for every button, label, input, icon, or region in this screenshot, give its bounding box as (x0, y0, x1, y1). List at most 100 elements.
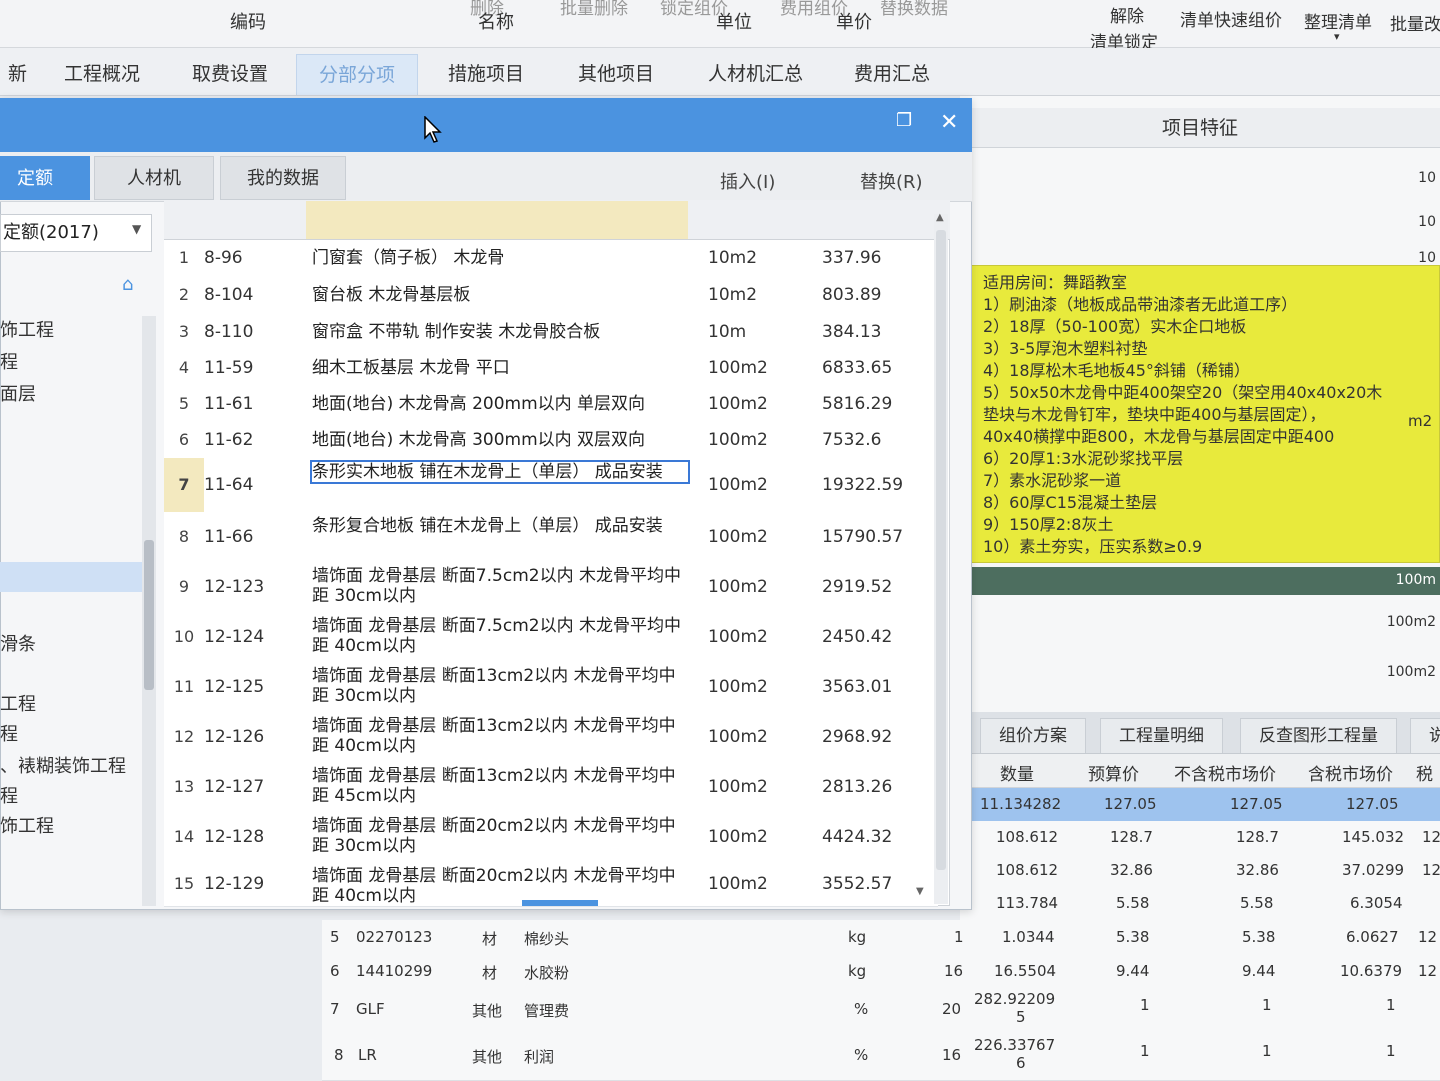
ribbon-quick-pricing-button[interactable]: 清单快速组价 (1180, 6, 1282, 31)
ribbon-unlock-button[interactable]: 解除 (1110, 2, 1144, 27)
tab-fee-summary[interactable]: 费用汇总 (832, 54, 952, 94)
table-row[interactable]: 4 11.134282 127.05 127.05 127.05 (956, 788, 1440, 822)
row-number: 8 (178, 527, 190, 546)
tab-labor-material[interactable]: 人材机 (94, 156, 214, 200)
cell-no: 7 (330, 1000, 340, 1018)
item-features-text[interactable]: 适用房间：舞蹈教室 1）刷油漆（地板成品带油漆者无此道工序） 2）18厚（50-… (962, 265, 1440, 563)
cell-lead: 1 (954, 928, 964, 946)
scroll-up-icon[interactable]: ▲ (936, 212, 944, 223)
feature-line: 9）150厚2:8灰土 (983, 515, 1114, 534)
cell-code: 02270123 (356, 928, 433, 946)
col-tax[interactable]: 税 (1416, 760, 1433, 785)
quota-library-select[interactable]: 定额(2017) (0, 214, 152, 252)
tree-item[interactable]: 工程 (0, 690, 36, 716)
tab-reverse-lookup[interactable]: 反查图形工程量 (1240, 718, 1397, 753)
row-number: 10 (173, 627, 195, 646)
quota-row[interactable]: 2 8-104 窗台板 木龙骨基层板 10m2 803.89 (164, 276, 938, 314)
quota-row[interactable]: 7 11-64 条形实木地板 铺在木龙骨上（单层） 成品安装 100m2 19322.5… (164, 458, 938, 513)
quota-price: 19322.59 (822, 475, 904, 495)
tree-item[interactable]: 面层 (0, 380, 36, 406)
col-quantity[interactable]: 数量 (1000, 760, 1034, 785)
quota-unit: 100m2 (708, 577, 768, 597)
table-row[interactable]: 5 02270123 材 棉纱头 kg 1 1.0344 5.38 5.38 6… (322, 920, 1440, 955)
table-row[interactable]: 5 108.612 128.7 128.7 145.032 12 (956, 821, 1440, 855)
quota-row[interactable]: 12 12-126 墙饰面 龙骨基层 断面13cm2以内 木龙骨平均中距 40cm以… (164, 712, 938, 763)
col-price[interactable]: 单价 (836, 8, 872, 34)
cell-code: 14410299 (356, 962, 433, 980)
tree-item[interactable]: 饰工程 (0, 812, 54, 838)
cell-name: 棉纱头 (524, 930, 570, 948)
scroll-down-icon[interactable]: ▼ (916, 886, 924, 897)
tab-my-data[interactable]: 我的数据 (220, 156, 346, 200)
close-icon[interactable]: ✕ (940, 110, 958, 135)
feature-line: 适用房间：舞蹈教室 (983, 273, 1128, 292)
quota-code: 11-62 (204, 430, 254, 450)
tab-sub-items[interactable]: 分部分项 (296, 54, 419, 95)
grid-vertical-scrollbar-thumb[interactable] (936, 230, 946, 870)
chevron-down-icon[interactable]: ▼ (132, 222, 141, 236)
tree-item[interactable]: 、裱糊装饰工程 (0, 752, 126, 778)
quota-row[interactable]: 6 11-62 地面(地台) 木龙骨高 300mm以内 双层双向 100m2 7532.… (164, 422, 938, 459)
tab-pricing-scheme[interactable]: 组价方案 (980, 718, 1086, 753)
quota-row[interactable]: 13 12-127 墙饰面 龙骨基层 断面13cm2以内 木龙骨平均中距 45cm以… (164, 762, 938, 813)
quota-code: 12-127 (204, 777, 265, 797)
tree-item[interactable]: 滑条 (0, 630, 36, 656)
tab-other-items[interactable]: 其他项目 (556, 54, 676, 94)
col-code[interactable]: 编码 (230, 8, 266, 34)
row-number: 6 (178, 430, 190, 449)
grid-horizontal-scroll-indicator[interactable] (522, 900, 598, 906)
quota-row[interactable]: 9 12-123 墙饰面 龙骨基层 断面7.5cm2以内 木龙骨平均中距 30cm以… (164, 562, 938, 613)
restore-icon[interactable]: ❐ (896, 110, 912, 131)
table-row[interactable]: 7 GLF 其他 管理费 % 20 282.92209 5 1 1 1 (322, 988, 1440, 1031)
quota-name: 细木工板基层 木龙骨 平口 (312, 358, 510, 378)
cell-tax: 12 (1418, 928, 1438, 946)
tree-item[interactable]: 饰工程 (0, 316, 54, 342)
tree-item[interactable]: 程 (0, 782, 18, 808)
quota-row[interactable]: 10 12-124 墙饰面 龙骨基层 断面7.5cm2以内 木龙骨平均中距 40cm… (164, 612, 938, 663)
tree-item[interactable]: 程 (0, 720, 18, 746)
tab-project-overview[interactable]: 工程概况 (42, 54, 162, 94)
insert-button[interactable]: 插入(I) (720, 168, 775, 194)
quota-unit: 100m2 (708, 827, 768, 847)
table-row[interactable]: 8 LR 其他 利润 % 16 226.33767 6 1 1 1 (322, 1030, 1440, 1081)
tab-labor-material-summary[interactable]: 人材机汇总 (686, 54, 825, 94)
ribbon-faded-replace[interactable]: 替换数据 (880, 0, 948, 19)
ribbon-faded-batch-delete[interactable]: 批量删除 (560, 0, 628, 19)
quota-row[interactable]: 8 11-66 条形复合地板 铺在木龙骨上（单层） 成品安装 100m2 15790.5… (164, 512, 938, 563)
quota-row[interactable]: 3 8-110 窗帘盒 不带轨 制作安装 木龙骨胶合板 10m 384.13 (164, 313, 938, 351)
quota-price: 3563.01 (822, 677, 893, 697)
quota-row[interactable]: 5 11-61 地面(地台) 木龙骨高 200mm以内 单层双向 100m2 5816.… (164, 386, 938, 423)
col-market-price-in-tax[interactable]: 含税市场价 (1308, 760, 1393, 785)
col-budget-price[interactable]: 预算价 (1088, 760, 1139, 785)
quota-row[interactable]: 11 12-125 墙饰面 龙骨基层 断面13cm2以内 木龙骨平均中距 30cm以… (164, 662, 938, 713)
tab-quota[interactable]: 定额 (0, 156, 90, 200)
tab-fee-settings[interactable]: 取费设置 (170, 54, 290, 94)
col-unit[interactable]: 单位 (716, 8, 752, 34)
ribbon-batch-edit-button[interactable]: 批量改 (1390, 10, 1440, 35)
chevron-down-icon[interactable]: ▾ (1334, 30, 1340, 43)
row-number: 9 (178, 577, 190, 596)
tree-item[interactable]: 程 (0, 348, 18, 374)
table-row[interactable]: 6 14410299 材 水胶粉 kg 16 16.5504 9.44 9.44… (322, 954, 1440, 989)
col-name[interactable]: 名称 (478, 8, 514, 34)
quota-row[interactable]: 1 8-96 门窗套（筒子板） 木龙骨 10m2 337.96 (164, 240, 938, 277)
tab-more[interactable]: 说 (1410, 718, 1440, 753)
dialog-tab-bar: 定额 人材机 我的数据 (0, 152, 972, 202)
tab-measures[interactable]: 措施项目 (426, 54, 546, 94)
table-row[interactable]: 0 113.784 5.58 5.58 6.3054 (956, 887, 1440, 921)
cell-name: 管理费 (524, 1002, 570, 1020)
home-icon[interactable]: ⌂ (122, 274, 133, 295)
col-market-price-ex-tax[interactable]: 不含税市场价 (1174, 760, 1276, 785)
quota-unit: 100m2 (708, 777, 768, 797)
quota-row[interactable]: 4 11-59 细木工板基层 木龙骨 平口 100m2 6833.65 (164, 350, 938, 387)
quota-row[interactable]: 14 12-128 墙饰面 龙骨基层 断面20cm2以内 木龙骨平均中距 30cm以… (164, 812, 938, 863)
cell-quantity-wrap: 5 (1016, 1008, 1026, 1026)
quota-code: 12-129 (204, 874, 265, 894)
tab-quantity-details[interactable]: 工程量明细 (1100, 718, 1223, 753)
dialog-title-bar[interactable] (0, 98, 972, 152)
feature-line: 10）素土夯实，压实系数≥0.9 (983, 537, 1203, 556)
replace-button[interactable]: 替换(R) (860, 168, 923, 194)
table-row[interactable]: 5 108.612 32.86 32.86 37.0299 12 (956, 854, 1440, 888)
tree-scrollbar-thumb[interactable] (144, 540, 154, 690)
quota-price: 337.96 (822, 248, 882, 268)
